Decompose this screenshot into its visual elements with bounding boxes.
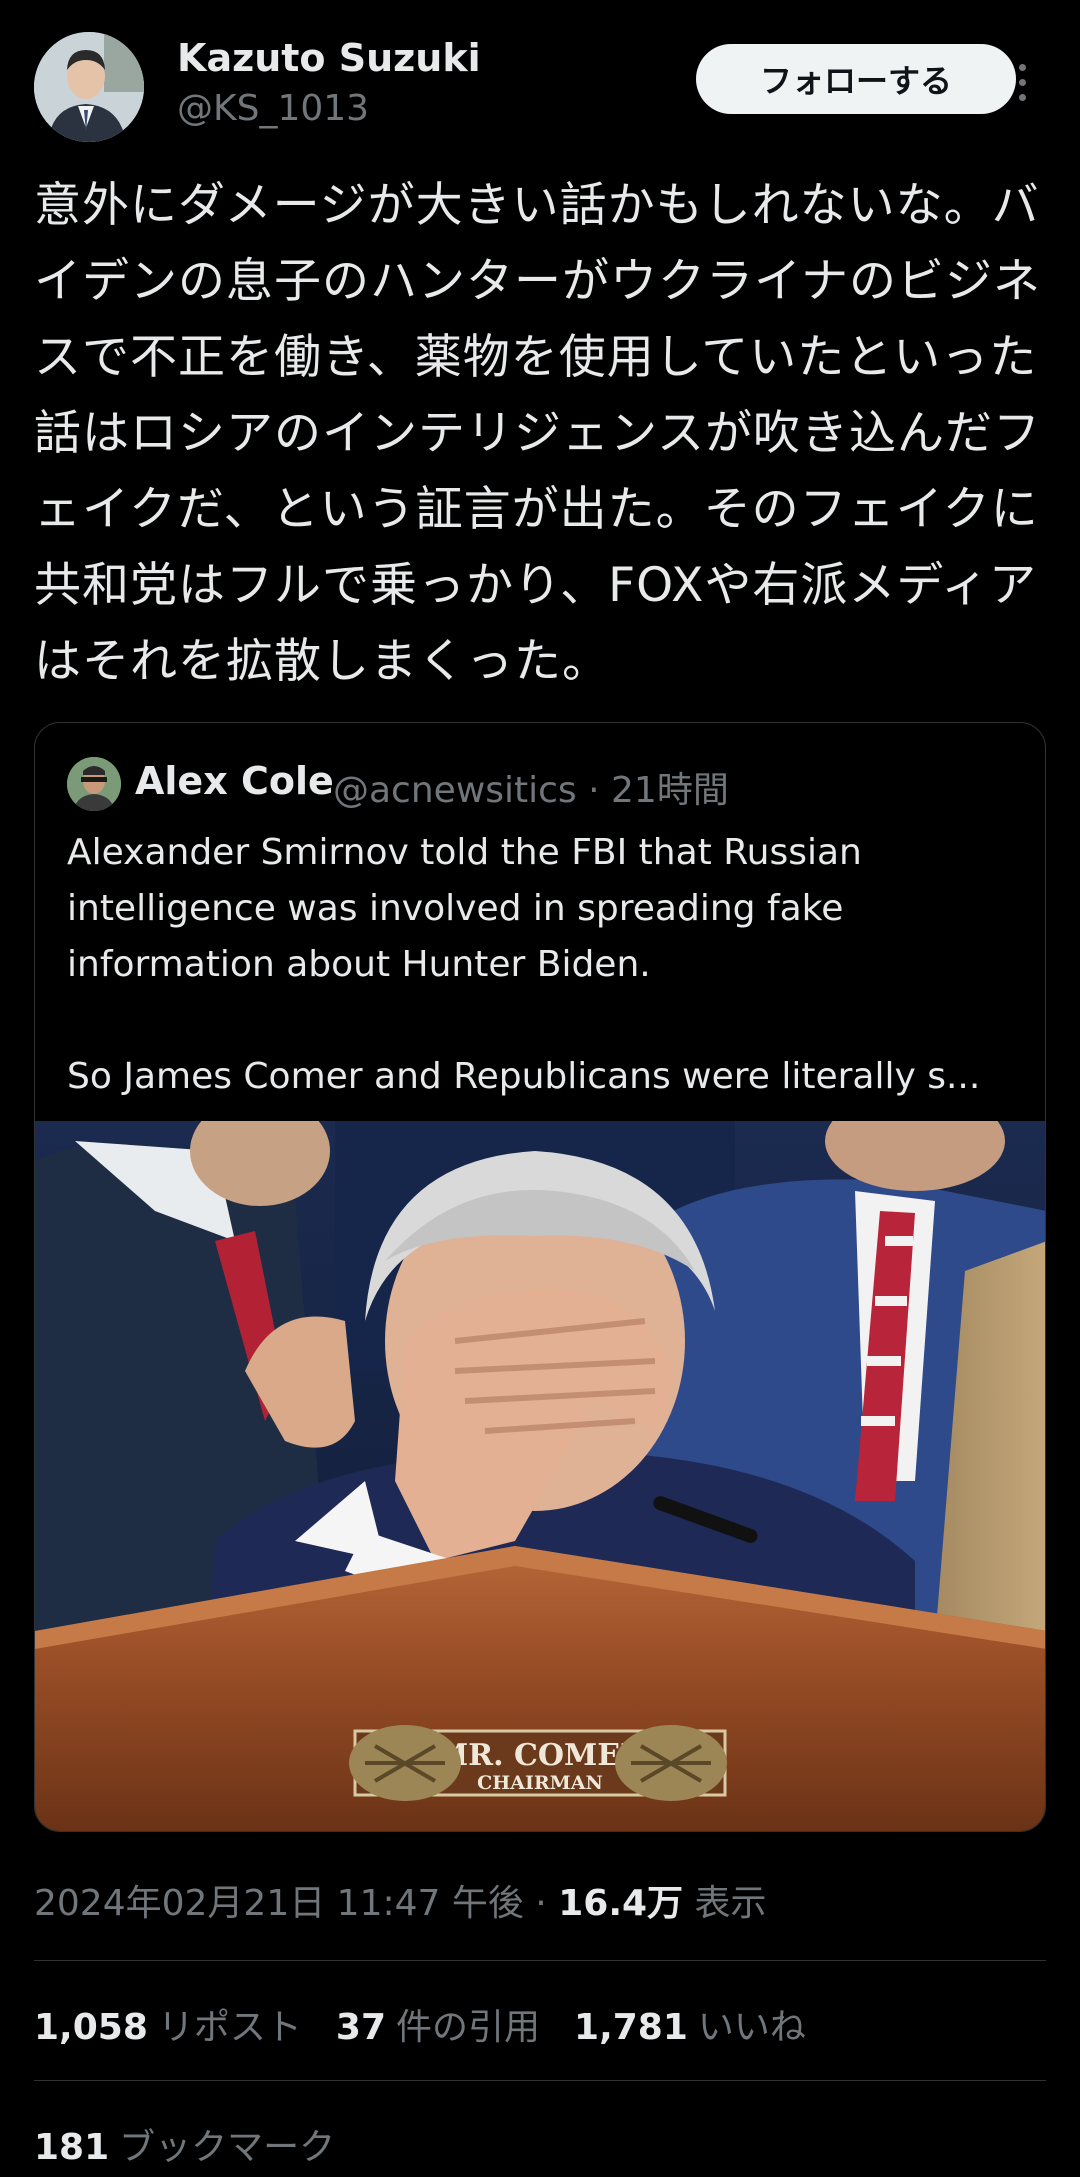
quote-text: Alexander Smirnov told the FBI that Russ… — [67, 832, 981, 1097]
quotes-label: 件の引用 — [396, 2007, 541, 2048]
divider — [34, 1960, 1046, 1961]
bookmarks-label: ブックマーク — [119, 2127, 336, 2168]
bookmarks-stat[interactable]: 181 ブックマーク — [34, 2118, 335, 2170]
quote-time: · 21時間 — [588, 770, 729, 811]
follow-button[interactable]: フォローする — [696, 44, 1016, 114]
quote-author-avatar[interactable] — [67, 757, 121, 811]
divider — [34, 2080, 1046, 2081]
author-avatar[interactable] — [34, 32, 144, 142]
author-handle[interactable]: @KS_1013 — [177, 88, 369, 129]
reposts-label: リポスト — [157, 2007, 302, 2048]
reposts-stat[interactable]: 1,058 リポスト — [34, 1998, 302, 2050]
views-count: 16.4万 — [558, 1883, 684, 1924]
quotes-stat[interactable]: 37 件の引用 — [336, 1998, 540, 2050]
author-name[interactable]: Kazuto Suzuki — [177, 36, 481, 80]
quotes-count: 37 — [335, 2007, 386, 2048]
quote-author-handle: @acnewsitics · 21時間 — [333, 761, 729, 813]
views-label: 表示 — [694, 1883, 767, 1924]
nameplate-line2: CHAIRMAN — [477, 1772, 603, 1794]
reposts-count: 1,058 — [34, 2007, 148, 2048]
more-icon[interactable] — [1010, 52, 1034, 112]
tweet-text: 意外にダメージが大きい話かもしれないな。バイデンの息子のハンターがウクライナのビ… — [34, 178, 1042, 689]
bookmarks-count: 181 — [34, 2127, 110, 2168]
likes-label: いいね — [697, 2007, 806, 2048]
quoted-tweet[interactable]: Alex Cole @acnewsitics · 21時間 Alexander … — [34, 722, 1046, 1832]
quote-photo[interactable]: MR. COMER CHAIRMAN — [35, 1091, 1045, 1831]
engagement-stats: 1,058 リポスト 37 件の引用 1,781 いいね — [34, 1998, 806, 2050]
tweet-timestamp: 2024年02月21日 11:47 午後 · 16.4万 表示 — [34, 1874, 767, 1926]
likes-stat[interactable]: 1,781 いいね — [574, 1998, 806, 2050]
tweet-header: Kazuto Suzuki @KS_1013 フォローする — [34, 32, 1046, 147]
quote-handle-text[interactable]: @acnewsitics — [333, 770, 577, 811]
tweet-datetime[interactable]: 2024年02月21日 11:47 午後 · — [34, 1883, 547, 1924]
quote-author-name[interactable]: Alex Cole — [135, 759, 334, 803]
nameplate-line1: MR. COMER — [435, 1738, 646, 1773]
likes-count: 1,781 — [574, 2007, 688, 2048]
